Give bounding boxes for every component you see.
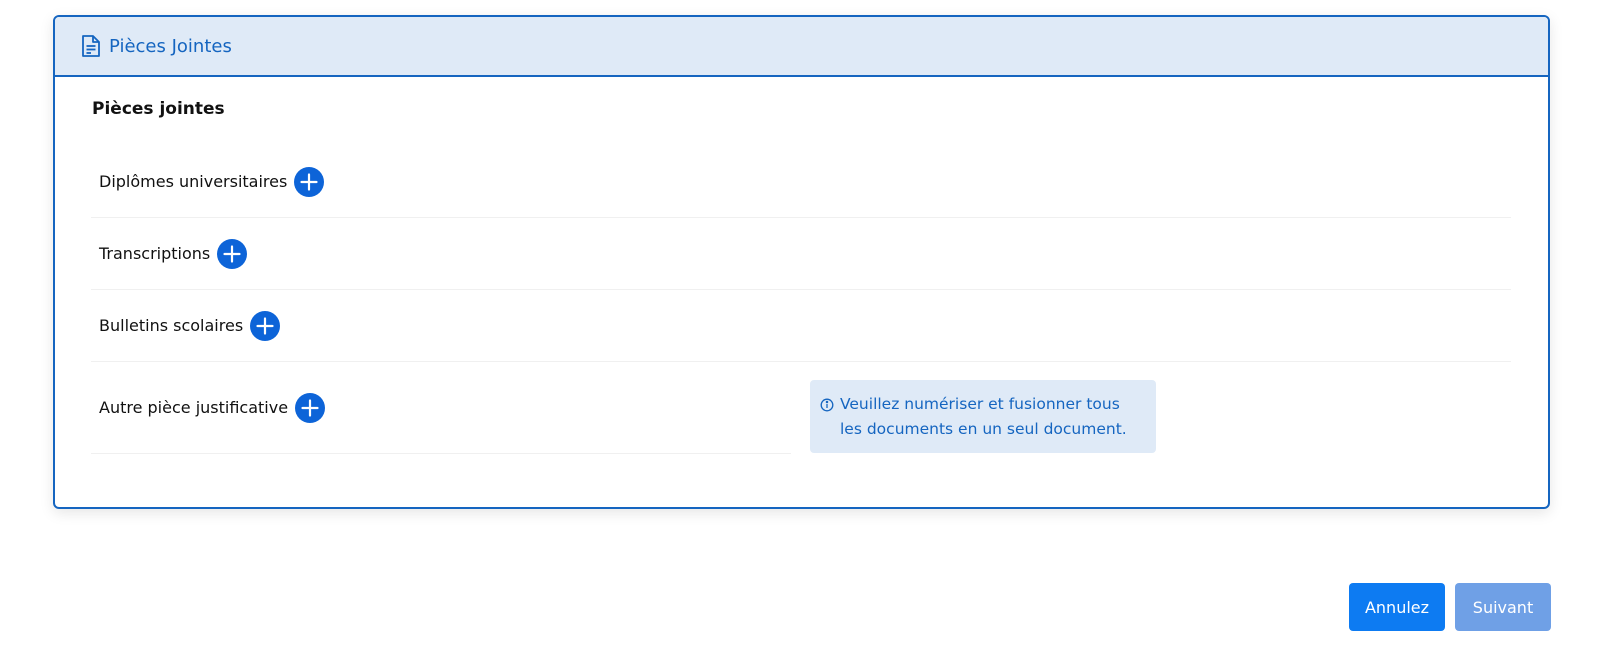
- next-button[interactable]: Suivant: [1455, 583, 1551, 631]
- attachment-label: Diplômes universitaires: [99, 172, 288, 191]
- plus-circle-icon: [300, 172, 318, 191]
- add-transcriptions-button[interactable]: [217, 238, 248, 269]
- plus-circle-icon: [301, 398, 319, 417]
- info-icon: [820, 397, 834, 412]
- cancel-button[interactable]: Annulez: [1349, 583, 1445, 631]
- attachment-row-bulletins: Bulletins scolaires: [91, 290, 1511, 362]
- info-message: Veuillez numériser et fusionner tous les…: [810, 380, 1156, 453]
- add-autre-button[interactable]: [295, 392, 326, 423]
- section-title: Pièces jointes: [92, 99, 225, 119]
- attachment-label: Transcriptions: [99, 244, 211, 263]
- plus-circle-icon: [223, 244, 241, 263]
- add-bulletins-button[interactable]: [250, 310, 281, 341]
- panel-header: Pièces Jointes: [55, 17, 1548, 77]
- attachment-row-transcriptions: Transcriptions: [91, 218, 1511, 290]
- add-diplomes-button[interactable]: [294, 166, 325, 197]
- info-text: Veuillez numériser et fusionner tous les…: [840, 395, 1127, 438]
- attachments-panel: Pièces Jointes Pièces jointes Diplômes u…: [53, 15, 1550, 509]
- document-icon: [81, 34, 101, 58]
- plus-circle-icon: [256, 316, 274, 335]
- attachment-row-diplomes: Diplômes universitaires: [91, 146, 1511, 218]
- panel-title: Pièces Jointes: [109, 35, 232, 57]
- attachment-row-autre: Autre pièce justificative: [91, 362, 791, 454]
- attachment-label: Bulletins scolaires: [99, 316, 244, 335]
- attachment-label: Autre pièce justificative: [99, 398, 289, 417]
